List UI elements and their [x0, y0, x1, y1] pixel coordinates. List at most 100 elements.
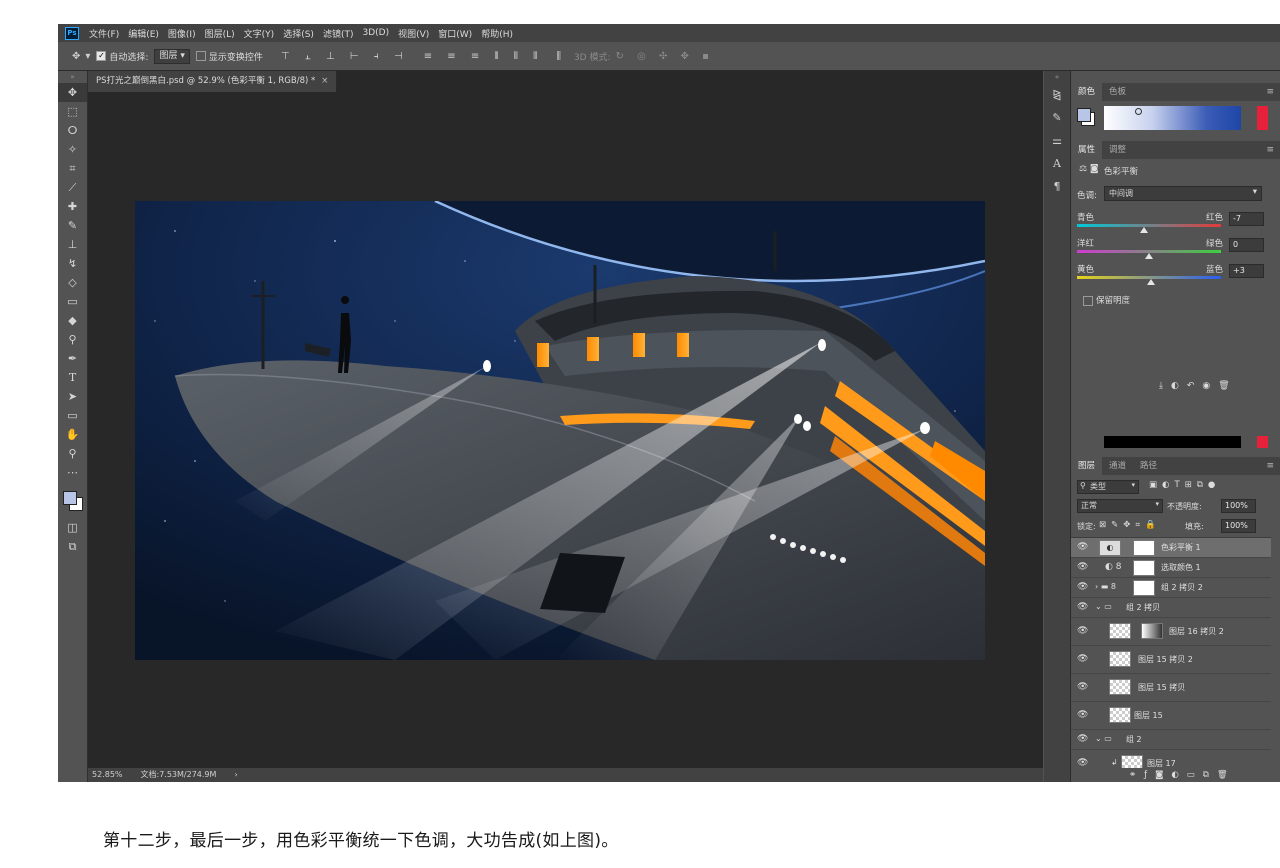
layer-row[interactable]: 👁 ◐ 色彩平衡 1 [1071, 538, 1271, 558]
preserve-luminosity-checkbox[interactable] [1083, 296, 1093, 306]
layer-mask-thumb[interactable] [1133, 540, 1155, 556]
eye-icon[interactable]: 👁 [1077, 562, 1088, 572]
magic-wand-icon[interactable]: ✧ [58, 140, 87, 159]
move-tool-icon[interactable]: ✥ [58, 83, 87, 102]
brush-tool-icon[interactable]: ✎ [58, 216, 87, 235]
move-tool-icon[interactable]: ✥ [72, 51, 80, 62]
menu-edit[interactable]: 编辑(E) [128, 27, 159, 40]
layer-row[interactable]: 👁 图层 15 [1071, 702, 1271, 730]
menu-file[interactable]: 文件(F) [89, 27, 119, 40]
layer-filter-dropdown[interactable]: ⚲ 类型 ▾ [1077, 480, 1139, 494]
layer-row[interactable]: 👁 ⌄ ▭ 组 2 拷贝 [1071, 598, 1271, 618]
menu-help[interactable]: 帮助(H) [481, 27, 513, 40]
tab-adjustments[interactable]: 调整 [1102, 141, 1133, 159]
layer-row[interactable]: 👁 ◐ 8 选取颜色 1 [1071, 558, 1271, 578]
crop-tool-icon[interactable]: ⌗ [58, 159, 87, 178]
type-tool-icon[interactable]: T [58, 368, 87, 387]
panel-menu-icon[interactable]: ≡ [1266, 83, 1274, 101]
menu-image[interactable]: 图像(I) [168, 27, 196, 40]
tab-swatches[interactable]: 色板 [1102, 83, 1133, 101]
adjust-icon[interactable]: ⚌ [1044, 129, 1070, 152]
auto-select-dropdown[interactable]: 图层 ▾ [154, 48, 190, 64]
menu-select[interactable]: 选择(S) [283, 27, 314, 40]
eye-icon[interactable]: 👁 [1077, 602, 1088, 612]
expand-icon[interactable]: « [1044, 71, 1070, 83]
layers-footer-icons[interactable]: ⚭ƒ◙◐▭⧉🗑 [1129, 770, 1236, 780]
layer-mask-thumb[interactable] [1133, 560, 1155, 576]
layer-row[interactable]: 👁 图层 15 拷贝 [1071, 674, 1271, 702]
panel-menu-icon[interactable]: ≡ [1266, 141, 1274, 159]
zoom-tool-icon[interactable]: ⚲ [58, 444, 87, 463]
quick-mask-icon[interactable]: ◫ [58, 518, 87, 537]
blur-tool-icon[interactable]: ◆ [58, 311, 87, 330]
tab-layers[interactable]: 图层 [1071, 457, 1103, 475]
tab-paths[interactable]: 路径 [1133, 457, 1164, 475]
foreground-color-chip[interactable] [1077, 108, 1091, 122]
eye-icon[interactable]: 👁 [1077, 654, 1088, 664]
hand-tool-icon[interactable]: ✋ [58, 425, 87, 444]
zoom-level[interactable]: 52.85% [92, 768, 123, 782]
eyedropper-icon[interactable]: ⟋ [58, 178, 87, 197]
healing-brush-icon[interactable]: ✚ [58, 197, 87, 216]
brush-settings-icon[interactable]: ✎ [1044, 106, 1070, 129]
folder-open-icon[interactable]: ⌄ ▭ [1095, 734, 1112, 743]
cyan-red-value[interactable]: -7 [1229, 212, 1264, 226]
yellow-blue-thumb[interactable] [1147, 279, 1156, 285]
eye-icon[interactable]: 👁 [1077, 582, 1088, 592]
layer-row[interactable]: 👁 › ▬ 8 组 2 拷贝 2 [1071, 578, 1271, 598]
eye-icon[interactable]: 👁 [1077, 682, 1088, 692]
more-tools-icon[interactable]: ⋯ [58, 463, 87, 482]
magenta-green-thumb[interactable] [1145, 253, 1153, 259]
layer-row[interactable]: 👁 ↲ 图层 17 [1071, 750, 1271, 768]
pen-tool-icon[interactable]: ✒ [58, 349, 87, 368]
menu-type[interactable]: 文字(Y) [244, 27, 275, 40]
folder-collapsed-icon[interactable]: › ▬ 8 [1095, 582, 1116, 591]
show-transform-checkbox[interactable] [195, 51, 206, 61]
status-arrow-icon[interactable]: › [234, 768, 237, 782]
eye-icon[interactable]: 👁 [1077, 710, 1088, 720]
document-tab[interactable]: PS打光之巅倒黑白.psd @ 52.9% (色彩平衡 1, RGB/8) * × [88, 71, 338, 92]
dropdown-arrow-icon[interactable]: ▾ [85, 51, 90, 62]
yellow-blue-value[interactable]: +3 [1229, 264, 1264, 278]
menu-filter[interactable]: 滤镜(T) [323, 27, 354, 40]
tab-channels[interactable]: 通道 [1102, 457, 1133, 475]
layer-row[interactable]: 👁 ⌄ ▭ 组 2 [1071, 730, 1271, 750]
menu-3d[interactable]: 3D(D) [362, 28, 389, 38]
screen-mode-icon[interactable]: ⧉ [58, 537, 87, 556]
auto-select-checkbox[interactable]: ✓ [96, 51, 107, 61]
layer-row[interactable]: 👁 图层 15 拷贝 2 [1071, 646, 1271, 674]
canvas-image[interactable] [135, 201, 985, 660]
panel-menu-icon[interactable]: ≡ [1266, 457, 1274, 475]
tab-properties[interactable]: 属性 [1071, 141, 1103, 159]
folder-open-icon[interactable]: ⌄ ▭ [1095, 602, 1112, 611]
path-select-icon[interactable]: ➤ [58, 387, 87, 406]
history-brush-icon[interactable]: ↯ [58, 254, 87, 273]
blend-mode-dropdown[interactable]: 正常 ▾ [1077, 499, 1163, 513]
opacity-field[interactable]: 100% [1221, 499, 1256, 513]
properties-footer-icons[interactable]: ⤓◐↶◉🗑 [1159, 381, 1238, 391]
distribute-icons[interactable]: ≡ ≡ ≡ ⫴ ⫴ ⫴ [424, 51, 544, 62]
menu-view[interactable]: 视图(V) [398, 27, 429, 40]
shape-tool-icon[interactable]: ▭ [58, 406, 87, 425]
align-icons[interactable]: ⊤ ⫠ ⊥ ⊢ ⫞ ⊣ [281, 51, 409, 62]
layer-mask-thumb[interactable] [1133, 580, 1155, 596]
layer-mask-thumb[interactable] [1141, 623, 1163, 639]
eye-icon[interactable]: 👁 [1077, 626, 1088, 636]
eye-icon[interactable]: 👁 [1077, 734, 1088, 744]
paragraph-icon[interactable]: ¶ [1044, 175, 1070, 198]
lock-icons[interactable]: ⊠✎✥⌗🔒 [1099, 520, 1161, 530]
character-icon[interactable]: A [1044, 152, 1070, 175]
eye-icon[interactable]: 👁 [1077, 542, 1088, 552]
history-icon[interactable]: ⧎ [1044, 83, 1070, 106]
marquee-tool-icon[interactable]: ⬚ [58, 102, 87, 121]
cyan-red-slider[interactable] [1077, 224, 1221, 227]
eraser-icon[interactable]: ◇ [58, 273, 87, 292]
lasso-tool-icon[interactable]: ⵔ [58, 121, 87, 140]
dodge-tool-icon[interactable]: ⚲ [58, 330, 87, 349]
hue-slider[interactable] [1257, 106, 1268, 130]
gradient-tool-icon[interactable]: ▭ [58, 292, 87, 311]
color-ramp[interactable] [1104, 106, 1241, 130]
layer-row[interactable]: 👁 图层 16 拷贝 2 [1071, 618, 1271, 646]
close-tab-icon[interactable]: × [321, 76, 328, 86]
tone-dropdown[interactable]: 中间调 ▾ [1104, 186, 1262, 201]
